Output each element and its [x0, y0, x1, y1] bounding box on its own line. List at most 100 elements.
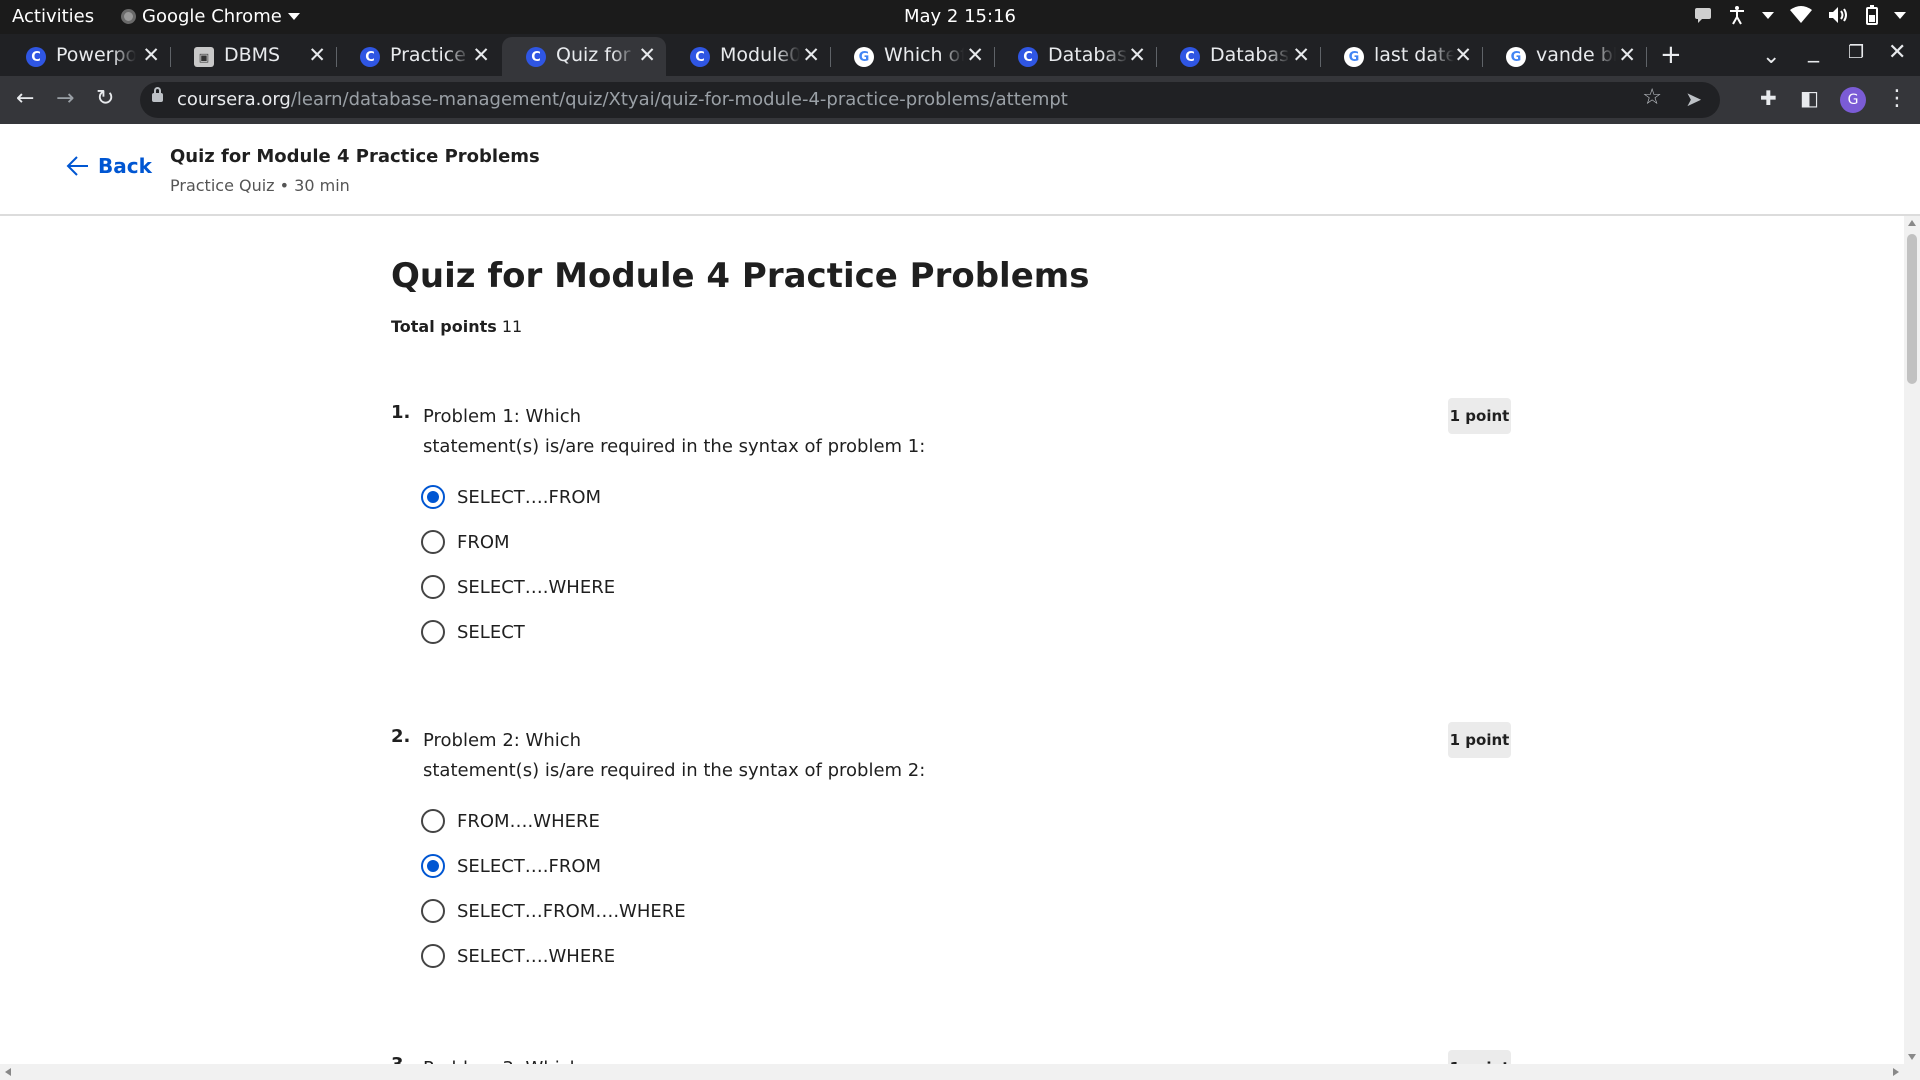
answer-option[interactable]: SELECT….FROM — [421, 851, 601, 881]
radio-button[interactable] — [421, 575, 445, 599]
send-tab-icon[interactable]: ➤ — [1685, 87, 1702, 111]
kebab-menu-icon[interactable]: ⋮ — [1886, 86, 1908, 111]
close-icon[interactable]: ✕ — [142, 43, 160, 67]
arrow-left-icon — [66, 156, 88, 176]
side-panel-icon[interactable]: ◧ — [1800, 86, 1819, 110]
close-icon[interactable]: ✕ — [308, 43, 326, 67]
question-text-line: Problem 3: Which — [423, 1054, 1323, 1064]
close-icon[interactable]: ✕ — [1292, 43, 1310, 67]
radio-button[interactable] — [421, 944, 445, 968]
tab-practice-problems[interactable]: C Practice Problems ✕ — [336, 37, 500, 76]
scroll-up-icon[interactable] — [1908, 220, 1916, 226]
radio-button-selected[interactable] — [421, 854, 445, 878]
tab-title: vande bharat — [1536, 44, 1616, 66]
answer-option[interactable]: SELECT….FROM — [421, 482, 601, 512]
close-icon[interactable]: ✕ — [472, 43, 490, 67]
radio-button[interactable] — [421, 899, 445, 923]
scrollbar-thumb[interactable] — [1907, 234, 1917, 384]
answer-option[interactable]: SELECT….WHERE — [421, 941, 615, 971]
scroll-down-icon[interactable] — [1908, 1054, 1916, 1060]
total-points-value: 11 — [501, 317, 523, 336]
chrome-app-icon — [121, 9, 136, 24]
horizontal-scrollbar[interactable] — [0, 1064, 1920, 1080]
profile-avatar[interactable]: G — [1840, 87, 1866, 113]
points-badge: 1 point — [1448, 1050, 1511, 1064]
coursera-icon: C — [526, 47, 546, 67]
question-number: 3. — [391, 1054, 410, 1064]
forward-arrow-icon[interactable]: → — [56, 86, 74, 111]
quiz-content: Quiz for Module 4 Practice Problems Tota… — [0, 216, 1904, 1064]
question-text-line: Problem 1: Which — [423, 406, 582, 427]
tab-title: Practice Problems — [390, 44, 470, 66]
coursera-icon: C — [690, 47, 710, 67]
tab-title: Quiz for Module — [556, 44, 636, 66]
option-label: SELECT….WHERE — [457, 945, 616, 967]
close-icon[interactable]: ✕ — [966, 43, 984, 67]
answer-option[interactable]: SELECT…FROM….WHERE — [421, 896, 686, 926]
question-text-line: statement(s) is/are required in the synt… — [423, 436, 926, 457]
tab-last-date[interactable]: G last date of ✕ — [1320, 37, 1483, 76]
vertical-scrollbar[interactable] — [1904, 216, 1920, 1064]
close-icon[interactable]: ✕ — [1128, 43, 1146, 67]
url-text: coursera.org/learn/database-management/q… — [177, 89, 1068, 110]
activities-button[interactable]: Activities — [12, 6, 94, 27]
close-icon[interactable]: ✕ — [1618, 43, 1636, 67]
address-bar[interactable]: coursera.org/learn/database-management/q… — [140, 82, 1720, 118]
minimize-button[interactable]: _ — [1808, 38, 1819, 63]
tab-title: Database — [1048, 44, 1128, 66]
answer-option[interactable]: FROM — [421, 527, 510, 557]
question-text: Problem 1: Which statement(s) is/are req… — [423, 402, 1323, 462]
question-text: Problem 2: Which statement(s) is/are req… — [423, 726, 1323, 786]
bookmark-star-icon[interactable]: ☆ — [1642, 85, 1662, 110]
tab-database-2[interactable]: C Database ✕ — [1156, 37, 1321, 76]
scroll-right-icon[interactable] — [1893, 1068, 1899, 1076]
chevron-down-icon — [1894, 11, 1906, 19]
tab-title: Module02 — [720, 44, 800, 66]
tab-vande-bharat[interactable]: G vande bharat ✕ — [1482, 37, 1647, 76]
restore-button[interactable]: ❐ — [1848, 42, 1864, 63]
new-tab-button[interactable]: + — [1660, 40, 1682, 70]
tab-title: last date of — [1374, 44, 1454, 66]
close-icon[interactable]: ✕ — [638, 43, 656, 67]
question-number: 2. — [391, 726, 411, 747]
radio-button[interactable] — [421, 620, 445, 644]
tab-powerpoint[interactable]: C Powerpoint ✕ — [2, 37, 171, 76]
option-label: SELECT….FROM — [457, 855, 602, 877]
coursera-icon: C — [26, 47, 46, 67]
option-label: SELECT — [457, 621, 525, 643]
back-arrow-icon[interactable]: ← — [16, 86, 34, 111]
browser-toolbar: ← → ↻ coursera.org/learn/database-manage… — [0, 76, 1920, 124]
extensions-icon[interactable]: ✚ — [1760, 86, 1777, 110]
radio-button[interactable] — [421, 530, 445, 554]
tab-which-of-the[interactable]: G Which of the ✕ — [830, 37, 995, 76]
scroll-left-icon[interactable] — [5, 1068, 11, 1076]
back-button[interactable]: Back — [66, 154, 152, 178]
folder-image-icon: ▣ — [194, 47, 214, 67]
app-menu[interactable]: Google Chrome — [121, 6, 300, 27]
close-icon[interactable]: ✕ — [1454, 43, 1472, 67]
header-title: Quiz for Module 4 Practice Problems — [170, 146, 540, 167]
wifi-icon — [1790, 6, 1812, 23]
window-close-button[interactable]: ✕ — [1888, 40, 1906, 65]
tab-quiz-for-module[interactable]: C Quiz for Module ✕ — [502, 37, 666, 76]
option-label: SELECT….FROM — [457, 486, 602, 508]
system-tray[interactable] — [1694, 5, 1906, 25]
total-points-label: Total points — [391, 317, 497, 336]
tab-database-1[interactable]: C Database ✕ — [994, 37, 1157, 76]
google-icon: G — [854, 47, 874, 67]
url-host: coursera.org — [177, 89, 291, 110]
coursera-icon: C — [1018, 47, 1038, 67]
page-title: Quiz for Module 4 Practice Problems — [391, 256, 1090, 296]
tab-dbms[interactable]: ▣ DBMS ✕ — [170, 37, 337, 76]
answer-option[interactable]: SELECT — [421, 617, 525, 647]
answer-option[interactable]: FROM….WHERE — [421, 806, 600, 836]
answer-option[interactable]: SELECT….WHERE — [421, 572, 615, 602]
volume-icon — [1829, 7, 1847, 23]
reload-icon[interactable]: ↻ — [96, 86, 114, 111]
radio-button[interactable] — [421, 809, 445, 833]
tab-search-button[interactable]: ⌄ — [1762, 44, 1780, 69]
radio-button-selected[interactable] — [421, 485, 445, 509]
question-text-line: Problem 2: Which — [423, 730, 582, 751]
close-icon[interactable]: ✕ — [802, 43, 820, 67]
tab-module02[interactable]: C Module02 ✕ — [666, 37, 831, 76]
